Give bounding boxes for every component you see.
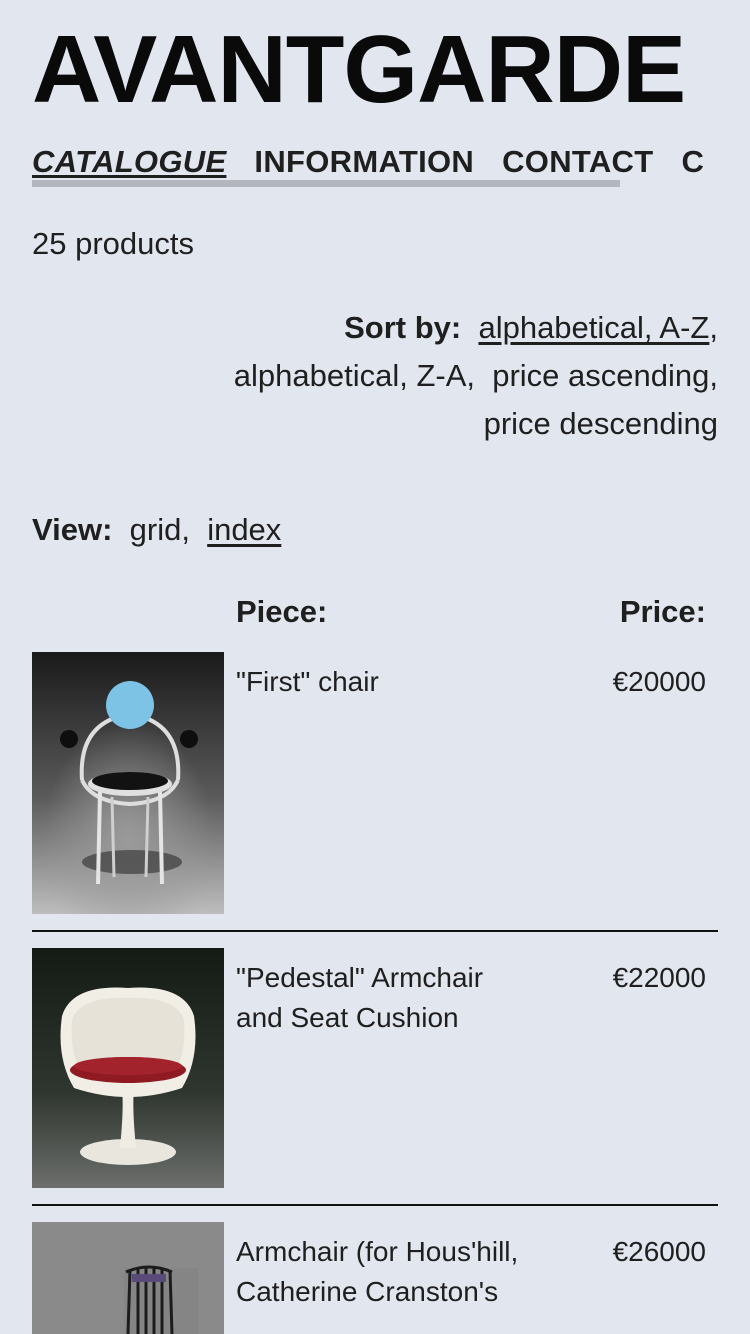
product-count: 25 products [32,226,194,261]
sort-option-price-asc[interactable]: price ascending [492,358,709,393]
first-chair-image[interactable] [32,652,224,914]
product-price: €22000 [612,962,706,993]
product-row[interactable]: "First" chair €20000 [32,652,718,932]
sort-option-alpha-az[interactable]: alphabetical, A-Z [478,310,709,345]
pedestal-armchair-image[interactable] [32,948,224,1188]
nav-item-overflow[interactable]: C [681,144,704,180]
product-name[interactable]: "First" chair [236,662,536,702]
product-name[interactable]: "Pedestal" Armchair and Seat Cushion [236,958,536,1038]
sort-label: Sort by: [344,310,462,345]
sort-option-alpha-za[interactable]: alphabetical, Z-A [234,358,467,393]
view-options: View: grid, index [32,512,282,547]
column-header-piece: Piece: [236,594,328,629]
sort-options: Sort by: alphabetical, A-Z, alphabetical… [233,310,718,441]
brand-logo[interactable]: AVANTGARDE [32,22,686,118]
nav-item-information[interactable]: INFORMATION [254,144,474,180]
product-price: €20000 [612,666,706,697]
nav-item-catalogue[interactable]: CATALOGUE [32,144,226,180]
view-option-grid[interactable]: grid [130,512,182,547]
hous-hill-armchair-image[interactable] [32,1222,224,1334]
product-price: €26000 [612,1236,706,1267]
row-divider [32,930,718,932]
view-label: View: [32,512,113,547]
product-name[interactable]: Armchair (for Hous'hill, Catherine Crans… [236,1232,536,1312]
nav-scrollbar[interactable] [32,180,620,187]
column-header-price: Price: [619,594,706,629]
nav-item-contact[interactable]: CONTACT [502,144,653,180]
product-row[interactable]: "Pedestal" Armchair and Seat Cushion €22… [32,948,718,1206]
product-row[interactable]: Armchair (for Hous'hill, Catherine Crans… [32,1222,718,1334]
view-option-index[interactable]: index [207,512,281,547]
row-divider [32,1204,718,1206]
sort-option-price-desc[interactable]: price descending [484,406,718,441]
